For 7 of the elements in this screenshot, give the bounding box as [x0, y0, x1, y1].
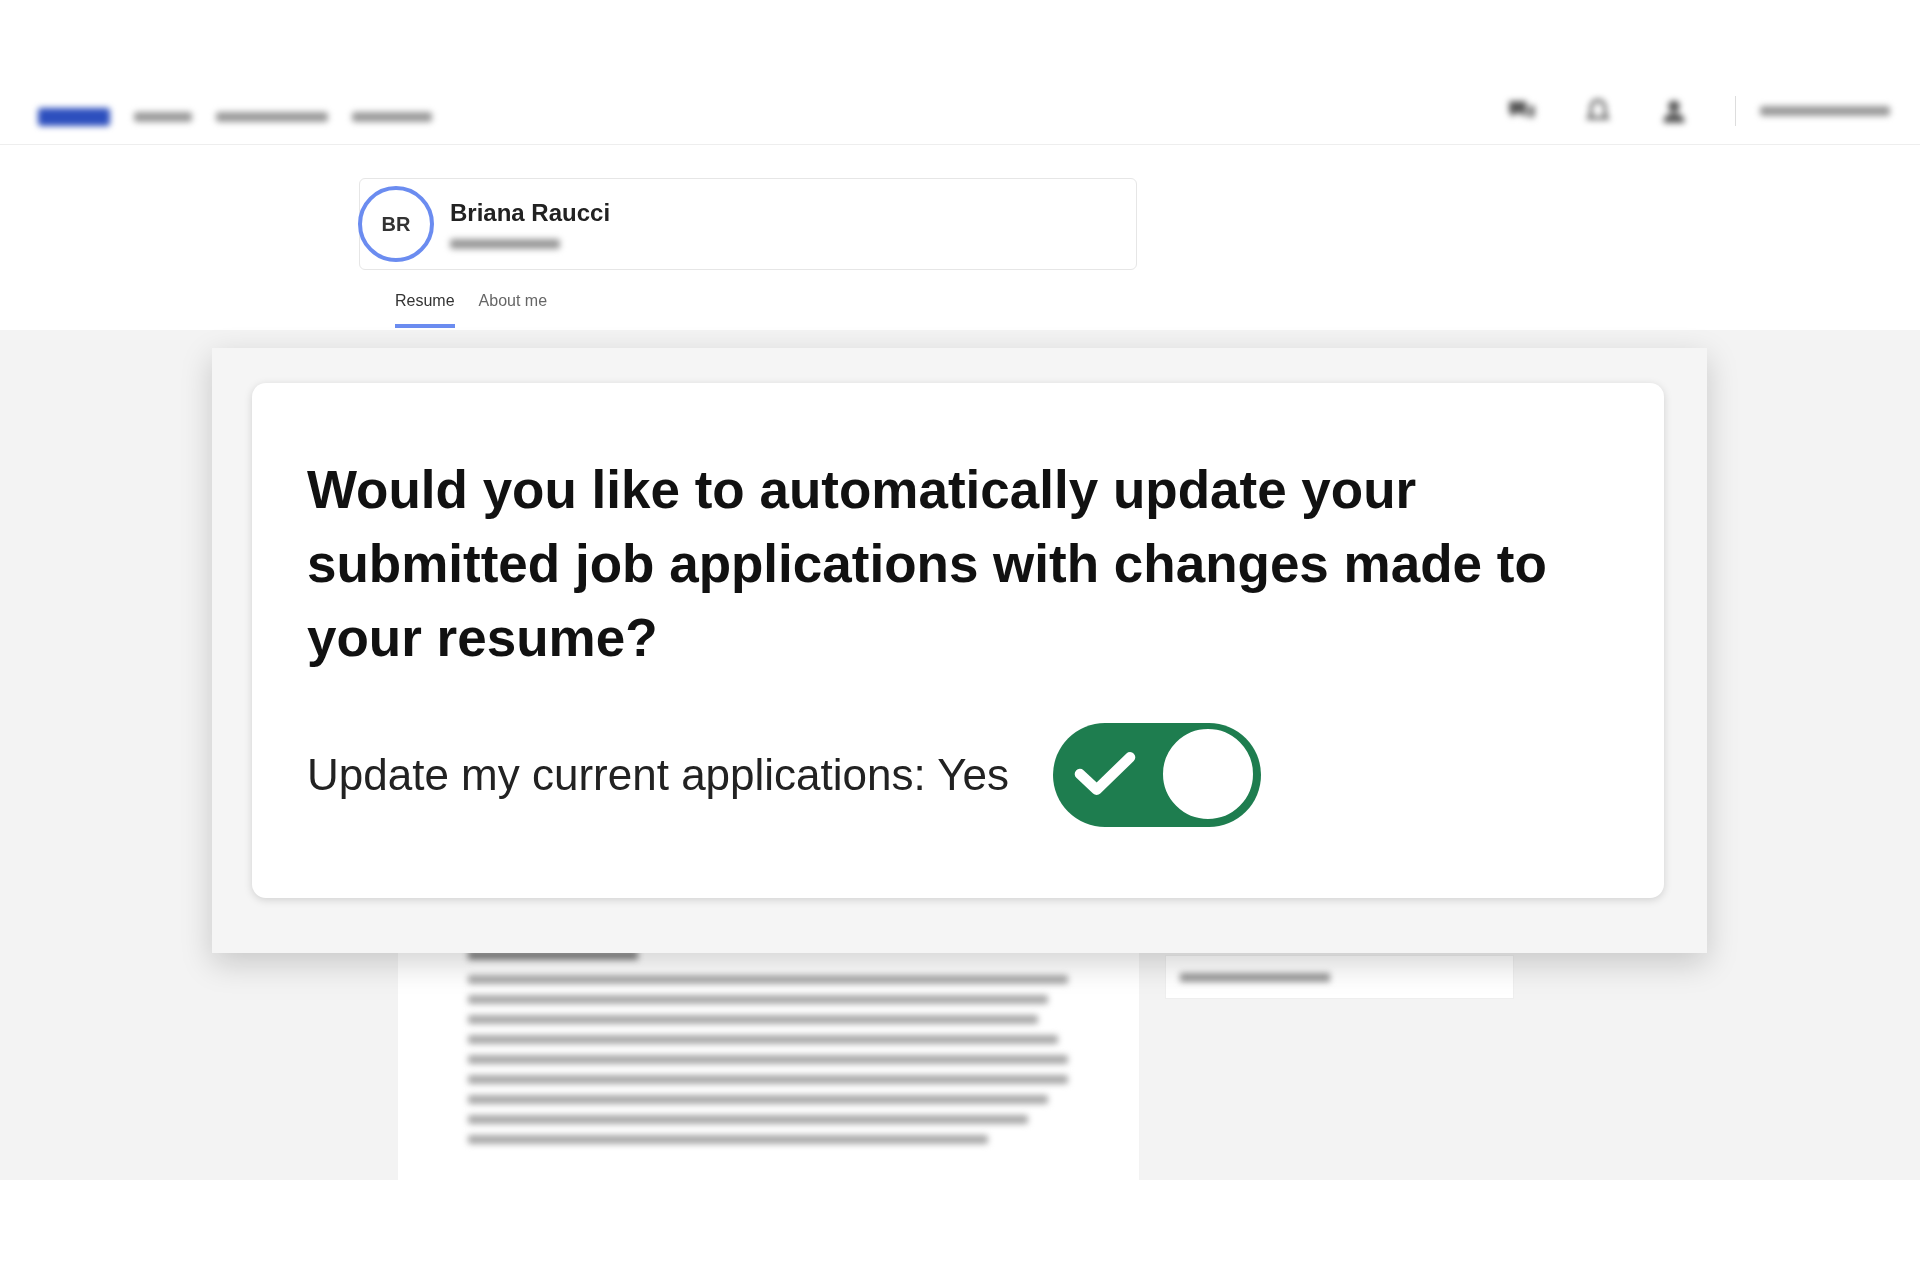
profile-name: Briana Raucci — [450, 199, 611, 227]
avatar: BR — [358, 186, 434, 262]
checkmark-icon — [1072, 751, 1137, 797]
toggle-label: Update my current applications: Yes — [307, 750, 1009, 800]
dialog-question: Would you like to automatically update your submitted job applications with changes made to your resume? — [307, 459, 1548, 669]
profile-tab[interactable]: About me — [478, 286, 548, 328]
logo — [38, 108, 110, 126]
